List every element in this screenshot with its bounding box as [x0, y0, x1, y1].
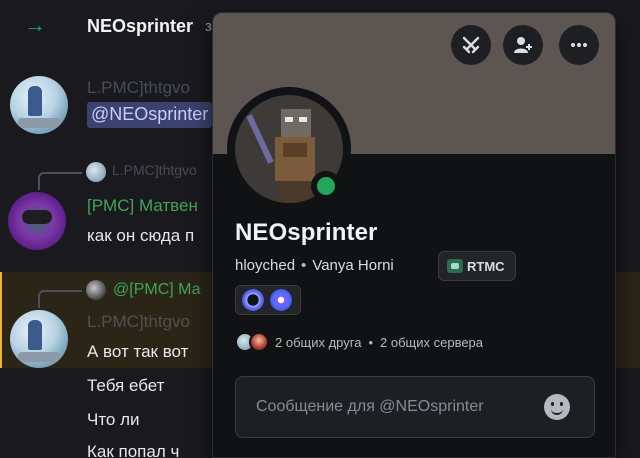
- add-friend-button[interactable]: [503, 25, 543, 65]
- message-text: Тебя ебет: [87, 376, 165, 395]
- mutual-servers-text[interactable]: 2 общих сервера: [380, 335, 483, 350]
- avatar[interactable]: [10, 76, 68, 134]
- message-author-dim: L.PMC]thtgvo: [87, 78, 190, 97]
- avatar[interactable]: [10, 310, 68, 368]
- message-text: Как попал ч: [87, 442, 180, 458]
- message-text: А вот так вот: [87, 342, 189, 361]
- sword-shape: [246, 114, 274, 164]
- online-status-icon: [317, 177, 335, 195]
- separator-dot: •: [368, 334, 374, 350]
- reply-connector: [38, 172, 82, 190]
- message-author[interactable]: [PMC] Матвен: [87, 196, 198, 216]
- reply-avatar: [86, 162, 106, 182]
- skin-head-shape: [281, 109, 311, 137]
- mutual-info[interactable]: 2 общих друга • 2 общих сервера: [235, 331, 483, 353]
- reply-preview-dim: L.PMC]thtgvo: [112, 162, 197, 178]
- server-boost-badge-icon[interactable]: [270, 289, 292, 311]
- profile-pronouns: Vanya Horni: [312, 257, 394, 274]
- message-input[interactable]: [256, 377, 546, 437]
- user-profile-popout: NEOsprinter hloyched • Vanya Horni RTMC 2 …: [212, 12, 616, 458]
- message-box: [235, 376, 595, 438]
- skin-body-shape: [275, 137, 315, 181]
- nitro-badge-icon[interactable]: [242, 289, 264, 311]
- message-text: как он сюда п: [87, 226, 195, 245]
- profile-display-name: NEOsprinter: [235, 219, 378, 246]
- reply-author[interactable]: @[PMC] Ма: [113, 281, 201, 299]
- skin-legs-shape: [279, 181, 311, 203]
- profile-username-line: hloyched • Vanya Horni: [235, 257, 394, 274]
- join-username[interactable]: NEOsprinter: [87, 16, 193, 37]
- mutual-friend-avatar: [249, 332, 269, 352]
- clan-icon: [447, 259, 463, 273]
- profile-username[interactable]: hloyched: [235, 257, 295, 274]
- reply-connector: [38, 290, 82, 308]
- user-mention[interactable]: @NEOsprinter: [87, 102, 213, 128]
- separator-dot: •: [301, 257, 307, 274]
- profile-badges: [235, 285, 301, 315]
- more-icon: [571, 43, 587, 47]
- crossed-swords-icon: [462, 36, 480, 54]
- join-suffix-text: з: [205, 18, 212, 35]
- message-author-dim: L.PMC]thtgvo: [87, 312, 190, 331]
- reply-avatar: [86, 280, 106, 300]
- crossed-swords-button[interactable]: [451, 25, 491, 65]
- smiley-icon[interactable]: [544, 394, 570, 420]
- add-friend-icon: [514, 37, 532, 53]
- more-options-button[interactable]: [559, 25, 599, 65]
- arrow-right-icon: →: [24, 12, 46, 37]
- clan-tag-label: RTMC: [467, 258, 505, 274]
- message-text: Что ли: [87, 410, 140, 429]
- avatar[interactable]: [8, 192, 66, 250]
- mutual-friends-text[interactable]: 2 общих друга: [275, 335, 361, 350]
- clan-tag[interactable]: RTMC: [438, 251, 516, 281]
